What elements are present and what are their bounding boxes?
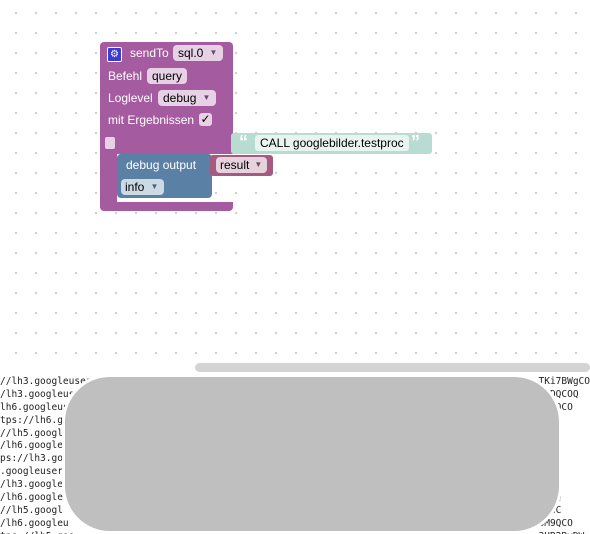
chevron-down-icon: ▼ xyxy=(202,93,211,102)
empty-input-slot[interactable] xyxy=(105,137,115,149)
sendto-block-spine xyxy=(100,154,117,204)
horizontal-scrollbar[interactable] xyxy=(195,363,590,372)
variable-value: result xyxy=(220,158,250,172)
variable-dropdown[interactable]: result ▼ xyxy=(216,157,268,173)
loglevel-value: debug xyxy=(163,91,197,105)
variable-block[interactable]: result ▼ xyxy=(210,155,273,176)
level-value: info xyxy=(125,180,145,194)
sendto-block-footer xyxy=(100,202,233,211)
query-text-field[interactable]: CALL googlebilder.testproc xyxy=(255,135,409,151)
loglevel-label: Loglevel xyxy=(108,91,153,105)
command-value: query xyxy=(152,69,183,83)
chevron-down-icon: ▼ xyxy=(254,160,263,169)
debug-output-title: debug output xyxy=(126,158,197,172)
instance-dropdown[interactable]: sql.0 ▼ xyxy=(173,45,224,61)
chevron-down-icon: ▼ xyxy=(150,182,159,191)
chevron-down-icon: ▼ xyxy=(209,48,218,57)
instance-value: sql.0 xyxy=(178,46,204,60)
command-field[interactable]: query xyxy=(147,68,188,84)
results-checkbox[interactable]: ✓ xyxy=(199,113,212,126)
results-label: mit Ergebnissen xyxy=(108,113,195,127)
open-quote-icon: “ xyxy=(239,132,248,152)
loglevel-dropdown[interactable]: debug ▼ xyxy=(158,90,217,106)
overlay-panel xyxy=(62,374,562,534)
sendto-title: sendTo xyxy=(130,46,169,60)
close-quote-icon: ” xyxy=(411,132,420,152)
query-text: CALL googlebilder.testproc xyxy=(260,136,404,150)
blockly-workspace[interactable]: ⚙ sendTo sql.0 ▼ Befehl query Loglevel d… xyxy=(0,0,590,365)
text-string-block[interactable]: “ CALL googlebilder.testproc ” xyxy=(231,132,432,154)
command-label: Befehl xyxy=(108,69,143,83)
debug-output-block[interactable]: debug output info ▼ xyxy=(117,154,212,198)
level-dropdown[interactable]: info ▼ xyxy=(121,179,165,195)
gear-icon[interactable]: ⚙ xyxy=(107,47,122,62)
